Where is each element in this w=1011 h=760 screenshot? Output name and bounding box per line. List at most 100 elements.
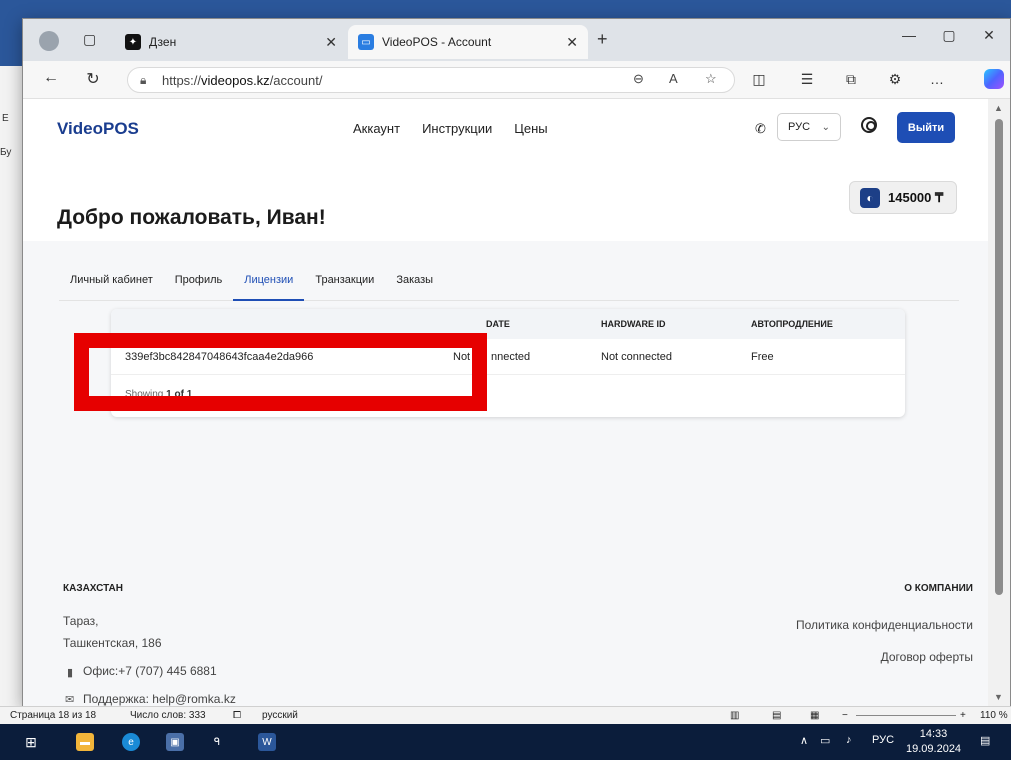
user-icon[interactable] xyxy=(861,117,877,133)
minimize-icon[interactable]: — xyxy=(889,27,929,43)
more-icon[interactable]: … xyxy=(927,71,947,87)
scroll-up-icon[interactable]: ▲ xyxy=(994,103,1003,113)
account-tabs: Личный кабинет Профиль Лицензии Транзакц… xyxy=(59,271,959,301)
page-viewport: VideoPOS Аккаунт Инструкции Цены ✆ РУС ⌄… xyxy=(23,99,989,706)
collections-icon[interactable]: ⧉ xyxy=(841,71,861,88)
windows-start-icon[interactable]: ⊞ xyxy=(22,733,40,751)
site-header: VideoPOS Аккаунт Инструкции Цены ✆ РУС ⌄… xyxy=(23,99,989,161)
network-icon[interactable]: ▭ xyxy=(820,734,830,747)
footer-offer[interactable]: Договор оферты xyxy=(881,650,973,664)
word-side-letter: Бу xyxy=(0,147,12,158)
tab-licenses[interactable]: Лицензии xyxy=(233,271,305,301)
input-language[interactable]: РУС xyxy=(872,734,894,746)
word-zoom-value[interactable]: 110 % xyxy=(980,710,1008,721)
scroll-down-icon[interactable]: ▼ xyxy=(994,692,1003,702)
column-date: DATE xyxy=(486,319,510,329)
close-tab-icon[interactable]: ✕ xyxy=(566,34,578,51)
footer-support[interactable]: Поддержка: help@romka.kz xyxy=(83,692,236,706)
favorites-icon[interactable]: ☰ xyxy=(797,71,817,88)
back-icon[interactable]: ← xyxy=(39,69,63,87)
word-word-count[interactable]: Число слов: 333 xyxy=(130,710,206,721)
nav-prices[interactable]: Цены xyxy=(514,121,547,136)
web-layout-icon[interactable]: ▦ xyxy=(810,710,819,721)
tab-dashboard[interactable]: Личный кабинет xyxy=(59,271,164,301)
footer-city: Тараз, xyxy=(63,614,99,628)
hardware-cell: Not connected xyxy=(601,351,672,363)
close-tab-icon[interactable]: ✕ xyxy=(325,34,337,51)
dzen-icon: ✦ xyxy=(125,34,141,50)
copilot-icon[interactable] xyxy=(984,69,1004,89)
date-cell-rest: nnected xyxy=(491,351,531,363)
new-tab-icon[interactable]: + xyxy=(597,29,608,50)
word-page-count[interactable]: Страница 18 из 18 xyxy=(10,710,96,721)
red-highlight-box xyxy=(74,333,487,411)
tab-dzen[interactable]: ✦ Дзен ✕ xyxy=(115,25,347,59)
tray-chevron-icon[interactable]: ∧ xyxy=(800,734,808,747)
footer-privacy[interactable]: Политика конфиденциальности xyxy=(796,618,973,632)
maximize-icon[interactable]: ▢ xyxy=(929,27,969,44)
wallet-icon: ◐ xyxy=(860,188,880,208)
app-icon[interactable]: ▣ xyxy=(166,733,184,751)
tab-actions-icon[interactable]: ▢ xyxy=(83,31,96,48)
url-path: /account/ xyxy=(269,72,323,88)
url-prefix: https:// xyxy=(162,72,202,88)
tab-profile[interactable]: Профиль xyxy=(164,271,234,301)
nav-instructions[interactable]: Инструкции xyxy=(422,121,492,136)
search-app-icon[interactable]: ᑫ xyxy=(208,733,226,751)
file-explorer-icon[interactable]: ▬ xyxy=(76,733,94,751)
scroll-thumb[interactable] xyxy=(995,119,1003,595)
nav-account[interactable]: Аккаунт xyxy=(353,121,400,136)
clock[interactable]: 14:33 19.09.2024 xyxy=(906,727,961,757)
tab-title: VideoPOS - Account xyxy=(382,35,492,49)
tab-orders[interactable]: Заказы xyxy=(385,271,444,301)
word-status-bar: Страница 18 из 18 Число слов: 333 ⧠ русс… xyxy=(0,706,1011,724)
word-language[interactable]: русский xyxy=(262,710,298,721)
split-screen-icon[interactable]: ◫ xyxy=(749,71,769,88)
url-host: videopos.kz xyxy=(201,72,270,88)
read-mode-icon[interactable]: ▥ xyxy=(730,710,739,721)
tab-title: Дзен xyxy=(149,35,177,49)
clock-date: 19.09.2024 xyxy=(906,743,962,755)
footer-office[interactable]: Офис:+7 (707) 445 6881 xyxy=(83,664,217,678)
page-title: Добро пожаловать, Иван! xyxy=(57,206,326,229)
tab-videopos[interactable]: ▭ VideoPOS - Account ✕ xyxy=(348,25,588,59)
profile-avatar-icon[interactable] xyxy=(39,31,59,51)
address-bar: ← ↻ 🔒︎ https://videopos.kz/account/ ⊖ A … xyxy=(23,61,1010,99)
extensions-icon[interactable]: ⚙ xyxy=(885,71,905,88)
site-logo[interactable]: VideoPOS xyxy=(57,119,139,139)
balance-value: 145000 ₸ xyxy=(888,189,944,205)
proofing-icon[interactable]: ⧠ xyxy=(233,710,241,721)
notifications-icon[interactable]: ▤ xyxy=(980,734,990,747)
clock-time: 14:33 xyxy=(919,728,948,740)
mail-icon: ✉ xyxy=(65,694,75,706)
favorite-star-icon[interactable]: ☆ xyxy=(705,71,717,87)
footer-country: КАЗАХСТАН xyxy=(63,583,123,594)
volume-icon[interactable]: ♪ xyxy=(846,734,852,746)
phone-icon[interactable]: ✆ xyxy=(755,121,766,137)
refresh-icon[interactable]: ↻ xyxy=(81,69,105,89)
browser-window: ▢ ✦ Дзен ✕ ▭ VideoPOS - Account ✕ + — ▢ … xyxy=(22,18,1011,706)
logout-button[interactable]: Выйти xyxy=(897,112,955,143)
zoom-in-icon[interactable]: + xyxy=(960,710,966,721)
column-renewal: АВТОПРОДЛЕНИЕ xyxy=(751,319,833,329)
site-footer: КАЗАХСТАН Тараз, Ташкентская, 186 ▮ Офис… xyxy=(23,546,989,706)
read-aloud-icon[interactable]: A xyxy=(669,71,678,86)
tab-transactions[interactable]: Транзакции xyxy=(304,271,385,301)
chevron-down-icon: ⌄ xyxy=(821,121,830,133)
tab-bar: ▢ ✦ Дзен ✕ ▭ VideoPOS - Account ✕ + — ▢ … xyxy=(23,19,1010,61)
close-window-icon[interactable]: ✕ xyxy=(969,27,1009,44)
lock-icon: 🔒︎ xyxy=(140,72,147,87)
page-scrollbar[interactable]: ▲ ▼ xyxy=(988,99,1010,706)
language-select[interactable]: РУС ⌄ xyxy=(777,113,841,141)
taskbar: ⊞ ▬ e ▣ ᑫ W ∧ ▭ ♪ РУС 14:33 19.09.2024 ▤ xyxy=(0,724,1011,760)
column-hardware-id: HARDWARE ID xyxy=(601,319,666,329)
zoom-slider[interactable] xyxy=(856,715,956,716)
footer-street: Ташкентская, 186 xyxy=(63,636,162,650)
main-nav: Аккаунт Инструкции Цены xyxy=(353,121,548,136)
word-icon[interactable]: W xyxy=(258,733,276,751)
edge-icon[interactable]: e xyxy=(122,733,140,751)
zoom-icon[interactable]: ⊖ xyxy=(633,71,644,87)
renewal-cell: Free xyxy=(751,351,774,363)
zoom-out-icon[interactable]: − xyxy=(842,710,848,721)
print-layout-icon[interactable]: ▤ xyxy=(772,710,781,721)
